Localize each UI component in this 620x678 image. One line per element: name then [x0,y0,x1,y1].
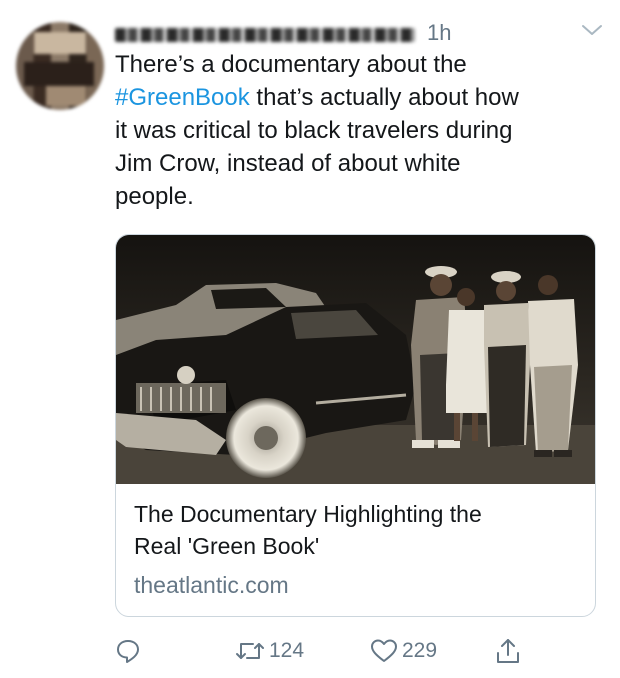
like-count: 229 [402,639,438,662]
reply-button[interactable] [115,634,141,668]
reply-icon [117,640,139,663]
like-button[interactable]: 229 [370,634,437,668]
tweet-line-4: Jim Crow, instead of about white [115,150,461,177]
tweet-timestamp[interactable]: 1h [427,20,451,46]
card-domain[interactable]: theatlantic.com [134,570,574,600]
share-icon [497,639,519,663]
tweet-actions: 124 229 [115,634,595,668]
tweet-line-3: it was critical to black travelers durin… [115,117,513,144]
chevron-down-icon[interactable] [580,20,604,40]
tweet-line-1: There’s a documentary about the [115,51,467,78]
tweet-text: There’s a documentary about the #GreenBo… [115,48,605,213]
link-card[interactable]: The Documentary Highlighting the Real 'G… [115,234,596,617]
share-button[interactable] [495,634,521,668]
author-name-redacted[interactable] [115,28,415,42]
retweet-count: 124 [269,639,305,662]
card-title[interactable]: The Documentary Highlighting the Real 'G… [134,498,574,562]
card-body[interactable]: The Documentary Highlighting the Real 'G… [134,498,574,600]
avatar[interactable] [16,22,104,110]
hashtag-link[interactable]: #GreenBook [115,84,250,111]
retweet-button[interactable]: 124 [235,634,304,668]
heart-icon [371,639,397,662]
tweet-header: 1h [115,18,620,48]
tweet-line-2: #GreenBook that’s actually about how [115,84,519,111]
tweet-line-5: people. [115,183,194,210]
retweet-icon [236,643,264,659]
card-image[interactable] [116,235,595,484]
